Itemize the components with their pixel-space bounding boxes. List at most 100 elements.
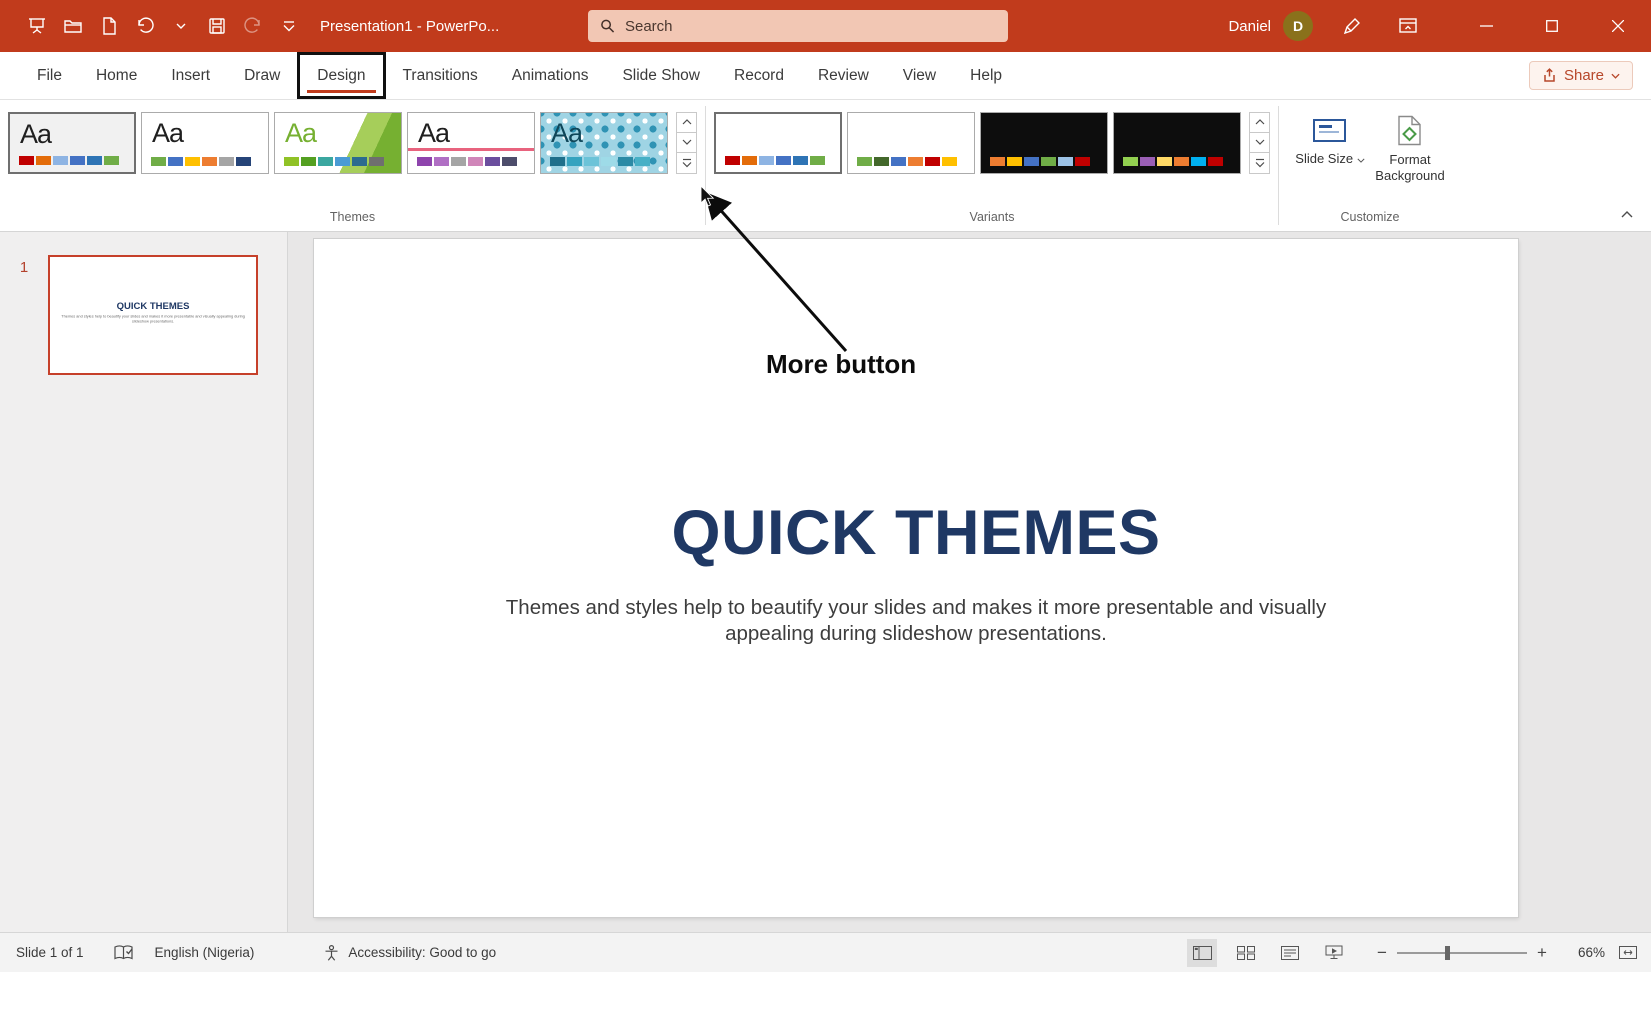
zoom-in-button[interactable]: + bbox=[1531, 943, 1553, 963]
slide-editing-area[interactable]: QUICK THEMES Themes and styles help to b… bbox=[314, 239, 1518, 917]
fit-slide-to-window-button[interactable] bbox=[1619, 946, 1637, 959]
variant-thumbnail-3[interactable] bbox=[980, 112, 1108, 174]
variant-thumbnail-2[interactable] bbox=[847, 112, 975, 174]
theme-preview-text: Aa bbox=[152, 118, 183, 149]
inking-pen-icon[interactable] bbox=[1341, 15, 1363, 37]
normal-view-button[interactable] bbox=[1187, 939, 1217, 967]
powerpoint-window: Presentation1 - PowerPo... Daniel D bbox=[0, 0, 1651, 1020]
document-title: Presentation1 - PowerPo... bbox=[320, 18, 560, 35]
tab-help[interactable]: Help bbox=[953, 52, 1019, 99]
variants-group-label: Variants bbox=[706, 210, 1278, 231]
theme-thumbnail-3[interactable]: Aa bbox=[274, 112, 402, 174]
slide-indicator[interactable]: Slide 1 of 1 bbox=[16, 945, 84, 960]
save-icon[interactable] bbox=[206, 15, 228, 37]
slide-show-view-button[interactable] bbox=[1319, 939, 1349, 967]
language-indicator[interactable]: English (Nigeria) bbox=[155, 945, 255, 960]
variant-swatches bbox=[1123, 157, 1223, 166]
ribbon: Aa Aa Aa Aa Aa bbox=[0, 100, 1651, 232]
zoom-level[interactable]: 66% bbox=[1563, 945, 1605, 960]
redo-icon bbox=[242, 15, 264, 37]
theme-thumbnail-5[interactable]: Aa bbox=[540, 112, 668, 174]
zoom-slider-thumb[interactable] bbox=[1445, 946, 1450, 960]
format-background-icon bbox=[1396, 115, 1424, 146]
status-bar: Slide 1 of 1 English (Nigeria) Accessibi… bbox=[0, 932, 1651, 972]
accessibility-status[interactable]: Accessibility: Good to go bbox=[348, 945, 496, 960]
maximize-button[interactable] bbox=[1519, 0, 1585, 52]
themes-scroll-up-button[interactable] bbox=[676, 112, 697, 133]
variant-swatches bbox=[857, 157, 957, 166]
tab-home[interactable]: Home bbox=[79, 52, 154, 99]
close-button[interactable] bbox=[1585, 0, 1651, 52]
variant-thumbnail-4[interactable] bbox=[1113, 112, 1241, 174]
customize-qat-icon[interactable] bbox=[278, 15, 300, 37]
variant-swatches bbox=[990, 157, 1090, 166]
variants-gallery-scroll bbox=[1249, 112, 1270, 174]
avatar[interactable]: D bbox=[1283, 11, 1313, 41]
customize-group-label: Customize bbox=[1279, 210, 1461, 231]
themes-group: Aa Aa Aa Aa Aa bbox=[0, 100, 705, 231]
zoom-slider[interactable] bbox=[1397, 952, 1527, 954]
tab-record[interactable]: Record bbox=[717, 52, 801, 99]
variants-group: Variants bbox=[706, 100, 1278, 231]
minimize-button[interactable] bbox=[1453, 0, 1519, 52]
slide-title-text[interactable]: QUICK THEMES bbox=[671, 497, 1160, 569]
variants-scroll-down-button[interactable] bbox=[1249, 133, 1270, 154]
theme-swatches bbox=[550, 157, 650, 166]
share-button[interactable]: Share bbox=[1529, 61, 1633, 90]
collapse-ribbon-button[interactable] bbox=[1615, 205, 1639, 223]
theme-swatches bbox=[151, 157, 251, 166]
variants-scroll-up-button[interactable] bbox=[1249, 112, 1270, 133]
themes-scroll-down-button[interactable] bbox=[676, 133, 697, 154]
theme-thumbnail-2[interactable]: Aa bbox=[141, 112, 269, 174]
variant-swatches bbox=[725, 156, 825, 165]
slide-sorter-view-button[interactable] bbox=[1231, 939, 1261, 967]
zoom-out-button[interactable]: − bbox=[1371, 943, 1393, 963]
accessibility-icon[interactable] bbox=[324, 945, 339, 961]
format-background-button[interactable]: Format Background bbox=[1375, 112, 1445, 185]
spell-check-icon[interactable] bbox=[114, 945, 135, 961]
tab-transitions[interactable]: Transitions bbox=[386, 52, 495, 99]
tab-file[interactable]: File bbox=[20, 52, 79, 99]
share-dropdown-icon bbox=[1611, 73, 1620, 79]
tab-view[interactable]: View bbox=[886, 52, 953, 99]
tab-animations[interactable]: Animations bbox=[495, 52, 606, 99]
variants-more-button[interactable] bbox=[1249, 153, 1270, 174]
themes-more-button[interactable] bbox=[676, 153, 697, 174]
theme-swatches bbox=[417, 157, 517, 166]
slide-thumbnail[interactable]: QUICK THEMES Themes and styles help to b… bbox=[48, 255, 258, 375]
theme-preview-text: Aa bbox=[418, 118, 449, 149]
start-slideshow-icon[interactable] bbox=[26, 15, 48, 37]
new-file-icon[interactable] bbox=[98, 15, 120, 37]
slide-size-icon bbox=[1312, 115, 1348, 145]
slide-thumbnail-panel: 1 QUICK THEMES Themes and styles help to… bbox=[0, 232, 288, 932]
undo-dropdown-icon[interactable] bbox=[170, 15, 192, 37]
variant-thumbnail-1[interactable] bbox=[714, 112, 842, 174]
title-bar: Presentation1 - PowerPo... Daniel D bbox=[0, 0, 1651, 52]
theme-preview-text: Aa bbox=[20, 119, 51, 150]
slide-size-dropdown-icon bbox=[1357, 158, 1365, 163]
titlebar-right: Daniel D bbox=[1228, 0, 1651, 52]
slide-size-button[interactable]: Slide Size bbox=[1295, 112, 1365, 167]
theme-thumbnail-1[interactable]: Aa bbox=[8, 112, 136, 174]
tab-insert[interactable]: Insert bbox=[154, 52, 227, 99]
search-icon bbox=[600, 18, 615, 34]
ribbon-display-options-icon[interactable] bbox=[1397, 15, 1419, 37]
theme-thumbnail-4[interactable]: Aa bbox=[407, 112, 535, 174]
theme-swatches bbox=[19, 156, 119, 165]
search-box[interactable] bbox=[588, 10, 1008, 42]
undo-icon[interactable] bbox=[134, 15, 156, 37]
user-name[interactable]: Daniel bbox=[1228, 18, 1271, 35]
tab-slide-show[interactable]: Slide Show bbox=[605, 52, 717, 99]
thumbnail-body: Themes and styles help to beautify your … bbox=[61, 314, 245, 324]
search-input[interactable] bbox=[625, 18, 996, 35]
slide-body-text[interactable]: Themes and styles help to beautify your … bbox=[481, 595, 1351, 647]
bottom-filler bbox=[0, 972, 1651, 1020]
slide-number: 1 bbox=[0, 255, 48, 375]
tab-review[interactable]: Review bbox=[801, 52, 886, 99]
reading-view-button[interactable] bbox=[1275, 939, 1305, 967]
tab-design[interactable]: Design bbox=[297, 52, 385, 99]
slide-canvas: QUICK THEMES Themes and styles help to b… bbox=[288, 232, 1651, 932]
theme-swatches bbox=[284, 157, 384, 166]
tab-draw[interactable]: Draw bbox=[227, 52, 297, 99]
open-file-icon[interactable] bbox=[62, 15, 84, 37]
